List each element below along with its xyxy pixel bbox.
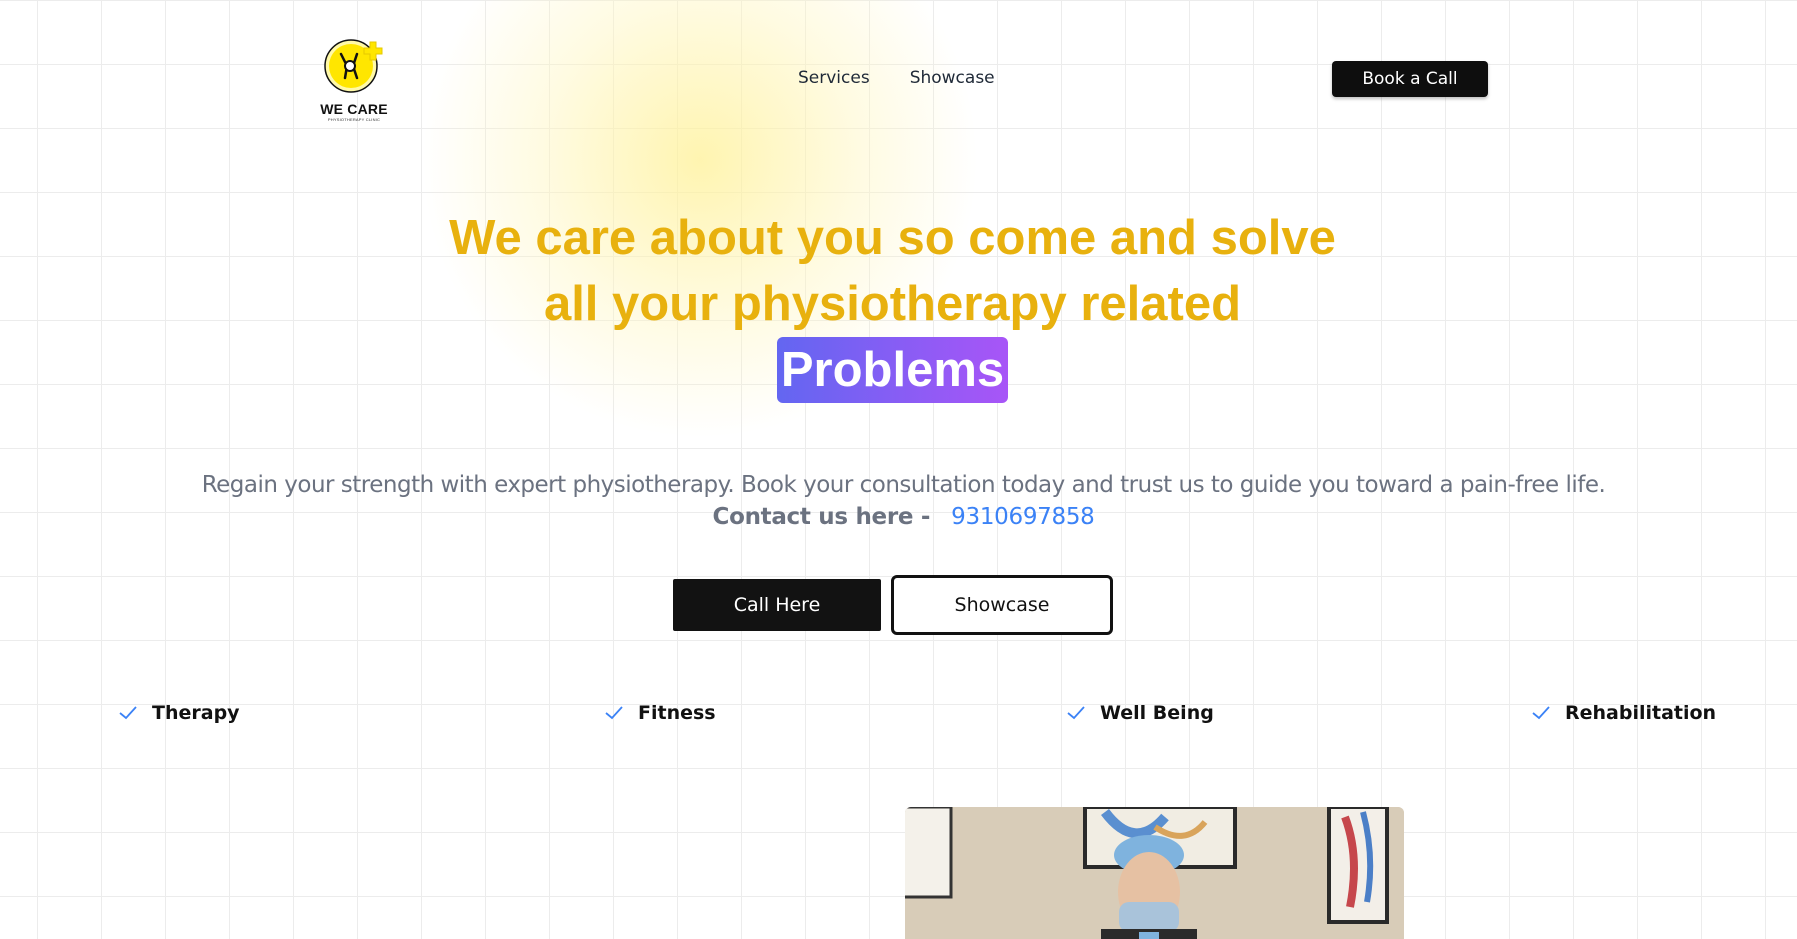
nav-item-showcase[interactable]: Showcase — [910, 68, 995, 88]
feature-fitness: Fitness — [604, 702, 716, 724]
logo-subtitle: PHYSIOTHERAPY CLINIC — [327, 117, 381, 122]
physiotherapist-image — [905, 807, 1404, 939]
nav-item-services[interactable]: Services — [798, 68, 870, 88]
logo[interactable]: WE CARE PHYSIOTHERAPY CLINIC — [316, 36, 392, 122]
hero-subtext: Regain your strength with expert physiot… — [201, 472, 1606, 498]
check-icon — [119, 706, 137, 720]
feature-well-being: Well Being — [1066, 702, 1214, 724]
hero-heading-line-2: all your physiotherapy related — [543, 277, 1242, 331]
feature-label: Therapy — [152, 702, 240, 724]
logo-title: WE CARE — [320, 101, 388, 117]
hero-heading-highlight: Problems — [776, 337, 1009, 403]
feature-therapy: Therapy — [118, 702, 240, 724]
check-icon — [1532, 706, 1550, 720]
contact-label: Contact us here - — [712, 504, 931, 530]
feature-rehabilitation: Rehabilitation — [1531, 702, 1716, 724]
clinic-photo — [905, 807, 1404, 939]
check-icon — [605, 706, 623, 720]
call-here-button[interactable]: Call Here — [673, 579, 881, 631]
check-icon — [1067, 706, 1085, 720]
knee-joint-icon — [324, 39, 383, 93]
hero-heading-line-1: We care about you so come and solve — [449, 211, 1336, 265]
main-nav: Services Showcase — [798, 68, 995, 88]
contact-phone-link[interactable]: 9310697858 — [951, 504, 1095, 530]
feature-label: Rehabilitation — [1565, 702, 1717, 724]
book-a-call-button[interactable]: Book a Call — [1332, 61, 1488, 97]
feature-label: Well Being — [1100, 702, 1214, 724]
showcase-button[interactable]: Showcase — [891, 575, 1113, 635]
feature-label: Fitness — [638, 702, 716, 724]
hero-heading: We care about you so come and solve all … — [0, 205, 1785, 403]
contact-line: Contact us here - 9310697858 — [0, 504, 1797, 530]
